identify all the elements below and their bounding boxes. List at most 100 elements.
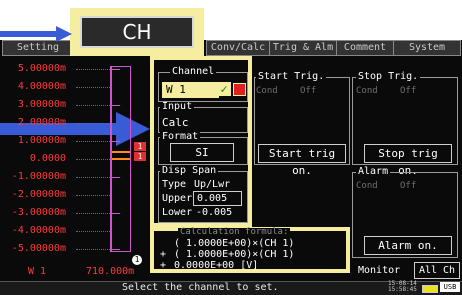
status-message: Select the channel to set. [122, 282, 279, 293]
stop-trig-cond-label: Cond [356, 86, 378, 96]
tab-system[interactable]: System [393, 40, 461, 56]
check-icon: ✓ [220, 82, 228, 96]
grid-line [76, 123, 110, 124]
y-axis-label: 5.00000m [17, 63, 66, 74]
formula-line-2: + ( 1.0000E+00)×(CH 1) [160, 249, 294, 260]
stop-trig-cond-value: Off [400, 86, 417, 96]
trace-value: 710.000m [86, 266, 135, 277]
alarm-cond-label: Cond [356, 181, 378, 191]
axis-tick [112, 177, 120, 178]
status-time: 15:58:45 [388, 286, 417, 293]
formula-operator: + [160, 249, 167, 260]
grid-line [76, 231, 110, 232]
graph-box-right [130, 66, 131, 252]
axis-tick [112, 249, 120, 250]
marker-label: 1 [137, 152, 143, 161]
ch-button[interactable]: CH [80, 16, 194, 48]
channel-color-swatch[interactable] [233, 83, 246, 96]
tab-trig-alm[interactable]: Trig & Alm [269, 40, 337, 56]
formula-term: 0.0000E+00 [V] [174, 260, 259, 271]
axis-tick [112, 105, 120, 106]
bottom-marker-icon: 1 [132, 255, 142, 265]
stop-trig-button[interactable]: Stop trig on. [364, 144, 452, 177]
alarm-cond-value: Off [400, 181, 417, 191]
axis-tick [112, 141, 120, 142]
start-trig-legend: Start Trig. [256, 71, 327, 82]
usb-label: USB [443, 283, 457, 291]
axis-tick [112, 213, 120, 214]
channel-select[interactable]: W 1 [162, 82, 219, 98]
input-legend: Input [160, 101, 195, 112]
type-value[interactable]: Up/Lwr [194, 179, 230, 190]
top-arrow-icon [0, 26, 72, 42]
y-axis-label: -1.00000m [11, 171, 66, 182]
upper-label: Upper [162, 193, 193, 204]
format-legend: Format [160, 131, 201, 142]
grid-line [76, 159, 110, 160]
graph-box-top [112, 66, 130, 67]
grid-line [76, 69, 110, 70]
trace-line [112, 158, 130, 160]
grid-line [76, 213, 110, 214]
tab-comment[interactable]: Comment [336, 40, 394, 56]
channel-legend: Channel [170, 66, 217, 77]
tab-label: Comment [343, 42, 387, 53]
lower-label: Lower [162, 207, 193, 218]
channel-value: W 1 [166, 83, 186, 96]
alarm-button[interactable]: Alarm on. [364, 236, 452, 255]
grid-line [76, 105, 110, 106]
marker-label: 1 [134, 255, 140, 264]
grid-line [76, 195, 110, 196]
marker-label: 1 [137, 142, 143, 151]
y-axis-label: 3.00000m [17, 99, 66, 110]
usb-icon: USB [440, 282, 460, 292]
y-axis-label: 4.00000m [17, 81, 66, 92]
upper-field[interactable]: 0.005 [193, 191, 242, 206]
channel-marker-icon: 1 [134, 152, 146, 161]
all-ch-label: All Ch [418, 265, 456, 276]
tab-setting[interactable]: Setting [2, 40, 74, 56]
grid-line [76, 249, 110, 250]
graph-box-bottom [112, 251, 130, 252]
y-axis-label: -3.00000m [11, 207, 66, 218]
alarm-legend: Alarm [356, 166, 391, 177]
tab-label: Setting [16, 42, 60, 53]
upper-value: 0.005 [197, 193, 228, 204]
lower-value[interactable]: -0.005 [196, 207, 232, 218]
start-trig-cond-label: Cond [256, 86, 278, 96]
formula-legend: Calculation formula: [178, 227, 291, 237]
start-trig-cond-value: Off [300, 86, 317, 96]
axis-tick [112, 69, 120, 70]
start-trig-button[interactable]: Start trig on. [258, 144, 346, 177]
grid-line [76, 141, 110, 142]
tab-conv-calc[interactable]: Conv/Calc [206, 40, 270, 56]
y-axis-label: 2.00000m [17, 117, 66, 128]
monitor-label: Monitor [358, 265, 401, 276]
tab-label: System [408, 42, 446, 53]
formula-term: ( 1.0000E+00)×(CH 1) [174, 238, 295, 249]
y-axis-label: 1.00000m [17, 135, 66, 146]
grid-line [76, 177, 110, 178]
channel-marker-icon: 1 [134, 142, 146, 151]
all-ch-button[interactable]: All Ch [414, 262, 460, 279]
formula-line-1: ( 1.0000E+00)×(CH 1) [160, 238, 294, 249]
tab-label: Conv/Calc [210, 42, 266, 53]
disp-span-legend: Disp Span [160, 165, 219, 176]
y-axis-label: -5.00000m [11, 243, 66, 254]
y-axis-label: 0.0000 [29, 153, 66, 164]
ch-button-label: CH [122, 20, 152, 44]
y-axis-label: -2.00000m [11, 189, 66, 200]
formula-line-3: +0.0000E+00 [V] [160, 260, 258, 271]
format-value: SI [195, 146, 209, 159]
alarm-button-label: Alarm on. [378, 239, 438, 252]
y-axis-label: -4.00000m [11, 225, 66, 236]
formula-operator: + [160, 260, 167, 271]
input-value[interactable]: Calc [162, 116, 189, 129]
battery-icon [422, 285, 438, 293]
channel-enable-checkbox[interactable]: ✓ [217, 82, 231, 96]
format-select[interactable]: SI [170, 143, 234, 162]
type-label: Type [162, 179, 187, 190]
grid-line [76, 87, 110, 88]
trace-line [112, 151, 130, 153]
formula-term: ( 1.0000E+00)×(CH 1) [174, 249, 295, 260]
